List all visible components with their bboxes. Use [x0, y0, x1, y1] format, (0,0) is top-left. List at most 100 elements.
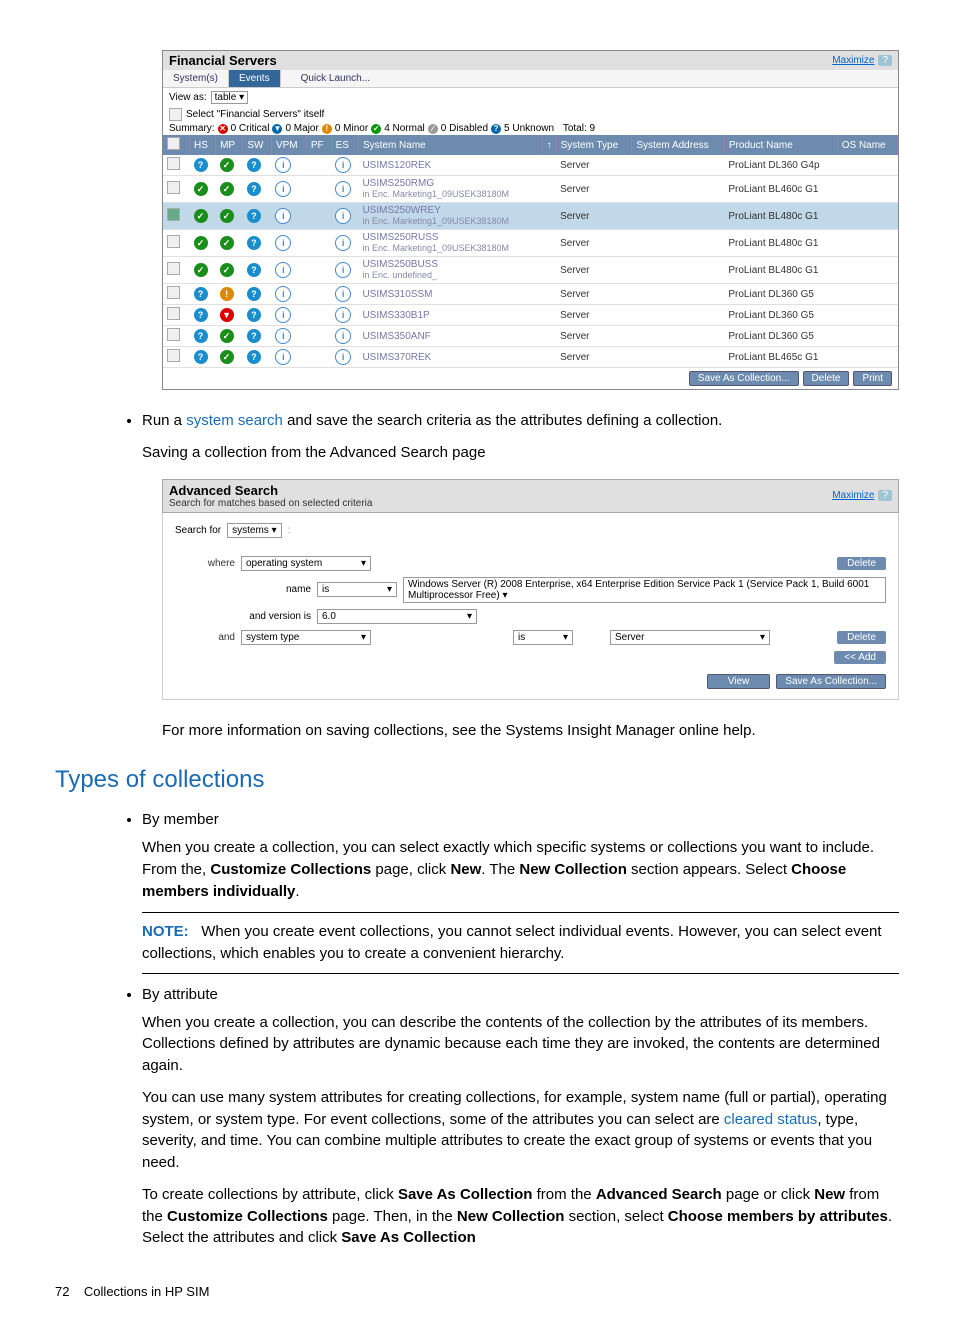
search-for-dropdown[interactable]: systems ▾	[227, 523, 281, 538]
table-row[interactable]: ?✓? ii USIMS370REK ServerProLiant BL465c…	[163, 347, 898, 368]
system-name-link[interactable]: USIMS350ANF	[362, 331, 430, 342]
version-value-dropdown[interactable]: 6.0▾	[317, 609, 477, 624]
help-icon[interactable]: ?	[878, 490, 892, 501]
row-checkbox[interactable]	[167, 349, 180, 362]
tab-systems[interactable]: System(s)	[163, 70, 229, 87]
row-checkbox[interactable]	[167, 262, 180, 275]
status-icon: ?	[247, 350, 261, 364]
system-search-link[interactable]: system search	[186, 412, 283, 429]
table-row[interactable]: ?▼? ii USIMS330B1P ServerProLiant DL360 …	[163, 305, 898, 326]
col-vpm[interactable]: VPM	[271, 135, 306, 155]
status-icon: ✓	[220, 263, 234, 277]
status-icon: ?	[194, 158, 208, 172]
print-button[interactable]: Print	[853, 371, 892, 386]
adv-title: Advanced Search	[169, 483, 372, 498]
page-footer: 72 Collections in HP SIM	[55, 1284, 899, 1299]
quick-launch-link[interactable]: Quick Launch...	[301, 73, 370, 84]
status-icon: ✓	[220, 236, 234, 250]
maximize-link[interactable]: Maximize	[832, 55, 874, 66]
where-label: where	[175, 558, 235, 569]
minor-icon: !	[322, 124, 332, 134]
col-check[interactable]	[163, 135, 190, 155]
col-mp[interactable]: MP	[216, 135, 243, 155]
col-addr[interactable]: System Address	[632, 135, 724, 155]
bullet-by-member: By member When you create a collection, …	[142, 809, 899, 974]
tab-events[interactable]: Events	[229, 70, 281, 87]
save-as-collection-button[interactable]: Save As Collection...	[776, 674, 886, 689]
where-field-dropdown[interactable]: operating system▾	[241, 556, 371, 571]
adv-subtitle: Search for matches based on selected cri…	[169, 498, 372, 509]
name-op-dropdown[interactable]: is▾	[317, 582, 397, 597]
and-field-dropdown[interactable]: system type▾	[241, 630, 371, 645]
status-icon: ✓	[220, 182, 234, 196]
status-icon: i	[335, 157, 351, 173]
help-icon[interactable]: ?	[878, 55, 892, 66]
search-for-label: Search for	[175, 525, 221, 536]
name-value-dropdown[interactable]: Windows Server (R) 2008 Enterprise, x64 …	[403, 577, 886, 603]
system-name-link[interactable]: USIMS310SSM	[362, 289, 432, 300]
table-row[interactable]: ?✓? ii USIMS120REK ServerProLiant DL360 …	[163, 155, 898, 176]
col-os[interactable]: OS Name	[837, 135, 897, 155]
row-checkbox[interactable]	[167, 235, 180, 248]
table-row[interactable]: ✓✓? ii USIMS250RUSSin Enc. Marketing1_09…	[163, 230, 898, 257]
system-name-link[interactable]: USIMS370REK	[362, 352, 431, 363]
system-name-link[interactable]: USIMS250WREY	[362, 205, 440, 216]
and-value-dropdown[interactable]: Server▾	[610, 630, 770, 645]
view-as-label: View as:	[169, 92, 207, 103]
select-itself-label: Select "Financial Servers" itself	[186, 109, 324, 120]
col-sort[interactable]: ↑	[542, 135, 556, 155]
status-icon: i	[335, 181, 351, 197]
view-as-dropdown[interactable]: table ▾	[211, 91, 249, 104]
status-icon: ✓	[220, 350, 234, 364]
system-name-link[interactable]: USIMS250RMG	[362, 178, 434, 189]
col-product[interactable]: Product Name	[724, 135, 837, 155]
row-checkbox[interactable]	[167, 286, 180, 299]
status-icon: ?	[247, 329, 261, 343]
row-checkbox[interactable]	[167, 208, 180, 221]
col-sw[interactable]: SW	[243, 135, 272, 155]
table-row[interactable]: ✓✓? ii USIMS250WREYin Enc. Marketing1_09…	[163, 203, 898, 230]
delete-criterion-button-2[interactable]: Delete	[837, 631, 886, 644]
row-checkbox[interactable]	[167, 157, 180, 170]
table-row[interactable]: ✓✓? ii USIMS250RMGin Enc. Marketing1_09U…	[163, 176, 898, 203]
status-icon: ?	[194, 329, 208, 343]
cleared-status-link[interactable]: cleared status	[724, 1111, 817, 1128]
col-es[interactable]: ES	[331, 135, 358, 155]
status-icon: ✓	[194, 182, 208, 196]
system-name-link[interactable]: USIMS250BUSS	[362, 259, 438, 270]
delete-criterion-button[interactable]: Delete	[837, 557, 886, 570]
col-hs[interactable]: HS	[190, 135, 216, 155]
system-name-link[interactable]: USIMS330B1P	[362, 310, 429, 321]
name-label: name	[241, 584, 311, 595]
status-icon: i	[275, 181, 291, 197]
critical-icon: ✕	[218, 124, 228, 134]
system-name-link[interactable]: USIMS250RUSS	[362, 232, 438, 243]
table-row[interactable]: ✓✓? ii USIMS250BUSSin Enc. undefined_ Se…	[163, 257, 898, 284]
view-button[interactable]: View	[707, 674, 771, 689]
table-row[interactable]: ?!? ii USIMS310SSM ServerProLiant DL360 …	[163, 284, 898, 305]
and-op-dropdown[interactable]: is▾	[513, 630, 573, 645]
status-icon: i	[275, 286, 291, 302]
row-checkbox[interactable]	[167, 307, 180, 320]
col-name[interactable]: System Name	[358, 135, 542, 155]
select-itself-checkbox[interactable]	[169, 108, 182, 121]
save-as-collection-button[interactable]: Save As Collection...	[689, 371, 799, 386]
disabled-icon: ∕	[428, 124, 438, 134]
status-icon: ✓	[220, 158, 234, 172]
status-icon: i	[335, 262, 351, 278]
row-checkbox[interactable]	[167, 328, 180, 341]
panel-title: Financial Servers	[169, 53, 277, 68]
row-checkbox[interactable]	[167, 181, 180, 194]
status-icon: i	[275, 307, 291, 323]
maximize-link[interactable]: Maximize	[832, 490, 874, 501]
col-pf[interactable]: PF	[306, 135, 331, 155]
col-type[interactable]: System Type	[556, 135, 632, 155]
caption-savecoll: Saving a collection from the Advanced Se…	[142, 442, 899, 464]
servers-table: HS MP SW VPM PF ES System Name ↑ System …	[163, 135, 898, 368]
add-criterion-button[interactable]: << Add	[834, 651, 886, 664]
table-row[interactable]: ?✓? ii USIMS350ANF ServerProLiant DL360 …	[163, 326, 898, 347]
system-name-link[interactable]: USIMS120REK	[362, 160, 431, 171]
status-icon: i	[335, 349, 351, 365]
delete-button[interactable]: Delete	[803, 371, 850, 386]
major-icon: ▼	[272, 124, 282, 134]
